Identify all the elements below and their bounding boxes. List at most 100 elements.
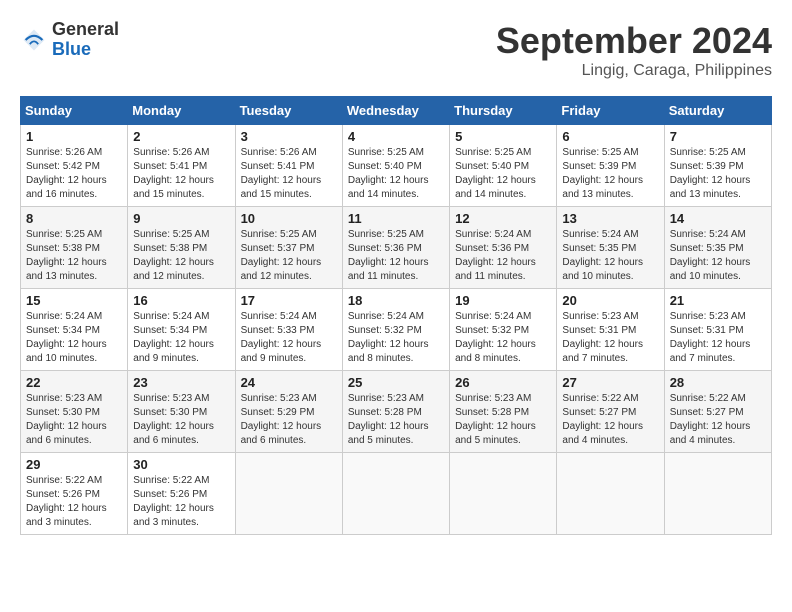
calendar-cell: 10 Sunrise: 5:25 AM Sunset: 5:37 PM Dayl…	[235, 207, 342, 289]
calendar-row: 22 Sunrise: 5:23 AM Sunset: 5:30 PM Dayl…	[21, 371, 772, 453]
calendar-table: SundayMondayTuesdayWednesdayThursdayFrid…	[20, 96, 772, 535]
day-number: 8	[26, 211, 122, 226]
day-number: 20	[562, 293, 658, 308]
day-info: Sunrise: 5:24 AM Sunset: 5:32 PM Dayligh…	[455, 310, 551, 366]
day-number: 28	[670, 375, 766, 390]
day-info: Sunrise: 5:26 AM Sunset: 5:41 PM Dayligh…	[241, 146, 337, 202]
day-number: 19	[455, 293, 551, 308]
day-number: 29	[26, 457, 122, 472]
calendar-cell: 6 Sunrise: 5:25 AM Sunset: 5:39 PM Dayli…	[557, 125, 664, 207]
day-number: 26	[455, 375, 551, 390]
day-number: 4	[348, 129, 444, 144]
day-number: 10	[241, 211, 337, 226]
day-info: Sunrise: 5:23 AM Sunset: 5:29 PM Dayligh…	[241, 392, 337, 448]
day-info: Sunrise: 5:24 AM Sunset: 5:35 PM Dayligh…	[562, 228, 658, 284]
calendar-cell: 1 Sunrise: 5:26 AM Sunset: 5:42 PM Dayli…	[21, 125, 128, 207]
day-info: Sunrise: 5:23 AM Sunset: 5:30 PM Dayligh…	[133, 392, 229, 448]
calendar-cell: 12 Sunrise: 5:24 AM Sunset: 5:36 PM Dayl…	[450, 207, 557, 289]
calendar-cell: 18 Sunrise: 5:24 AM Sunset: 5:32 PM Dayl…	[342, 289, 449, 371]
calendar-cell	[342, 453, 449, 535]
calendar-row: 1 Sunrise: 5:26 AM Sunset: 5:42 PM Dayli…	[21, 125, 772, 207]
weekday-friday: Friday	[557, 97, 664, 125]
calendar-cell: 19 Sunrise: 5:24 AM Sunset: 5:32 PM Dayl…	[450, 289, 557, 371]
weekday-wednesday: Wednesday	[342, 97, 449, 125]
calendar-cell: 5 Sunrise: 5:25 AM Sunset: 5:40 PM Dayli…	[450, 125, 557, 207]
day-number: 14	[670, 211, 766, 226]
weekday-header-row: SundayMondayTuesdayWednesdayThursdayFrid…	[21, 97, 772, 125]
day-info: Sunrise: 5:25 AM Sunset: 5:40 PM Dayligh…	[455, 146, 551, 202]
weekday-thursday: Thursday	[450, 97, 557, 125]
calendar-cell	[664, 453, 771, 535]
day-info: Sunrise: 5:24 AM Sunset: 5:32 PM Dayligh…	[348, 310, 444, 366]
day-info: Sunrise: 5:25 AM Sunset: 5:39 PM Dayligh…	[562, 146, 658, 202]
page-header: General Blue September 2024 Lingig, Cara…	[20, 20, 772, 80]
day-number: 2	[133, 129, 229, 144]
calendar-cell: 9 Sunrise: 5:25 AM Sunset: 5:38 PM Dayli…	[128, 207, 235, 289]
weekday-sunday: Sunday	[21, 97, 128, 125]
logo-icon	[20, 26, 48, 54]
calendar-cell: 14 Sunrise: 5:24 AM Sunset: 5:35 PM Dayl…	[664, 207, 771, 289]
day-number: 24	[241, 375, 337, 390]
day-number: 6	[562, 129, 658, 144]
day-info: Sunrise: 5:25 AM Sunset: 5:36 PM Dayligh…	[348, 228, 444, 284]
day-info: Sunrise: 5:24 AM Sunset: 5:33 PM Dayligh…	[241, 310, 337, 366]
day-info: Sunrise: 5:25 AM Sunset: 5:38 PM Dayligh…	[133, 228, 229, 284]
calendar-cell: 24 Sunrise: 5:23 AM Sunset: 5:29 PM Dayl…	[235, 371, 342, 453]
calendar-cell: 2 Sunrise: 5:26 AM Sunset: 5:41 PM Dayli…	[128, 125, 235, 207]
logo: General Blue	[20, 20, 119, 60]
calendar-cell: 7 Sunrise: 5:25 AM Sunset: 5:39 PM Dayli…	[664, 125, 771, 207]
calendar-row: 15 Sunrise: 5:24 AM Sunset: 5:34 PM Dayl…	[21, 289, 772, 371]
calendar-cell	[557, 453, 664, 535]
calendar-cell: 27 Sunrise: 5:22 AM Sunset: 5:27 PM Dayl…	[557, 371, 664, 453]
calendar-cell: 17 Sunrise: 5:24 AM Sunset: 5:33 PM Dayl…	[235, 289, 342, 371]
weekday-saturday: Saturday	[664, 97, 771, 125]
day-number: 15	[26, 293, 122, 308]
day-number: 3	[241, 129, 337, 144]
day-number: 23	[133, 375, 229, 390]
calendar-row: 29 Sunrise: 5:22 AM Sunset: 5:26 PM Dayl…	[21, 453, 772, 535]
day-info: Sunrise: 5:25 AM Sunset: 5:39 PM Dayligh…	[670, 146, 766, 202]
calendar-cell: 29 Sunrise: 5:22 AM Sunset: 5:26 PM Dayl…	[21, 453, 128, 535]
day-info: Sunrise: 5:25 AM Sunset: 5:40 PM Dayligh…	[348, 146, 444, 202]
day-info: Sunrise: 5:23 AM Sunset: 5:30 PM Dayligh…	[26, 392, 122, 448]
calendar-cell: 20 Sunrise: 5:23 AM Sunset: 5:31 PM Dayl…	[557, 289, 664, 371]
day-number: 30	[133, 457, 229, 472]
day-number: 11	[348, 211, 444, 226]
day-info: Sunrise: 5:24 AM Sunset: 5:34 PM Dayligh…	[133, 310, 229, 366]
day-number: 21	[670, 293, 766, 308]
calendar-cell: 11 Sunrise: 5:25 AM Sunset: 5:36 PM Dayl…	[342, 207, 449, 289]
day-info: Sunrise: 5:22 AM Sunset: 5:27 PM Dayligh…	[562, 392, 658, 448]
day-info: Sunrise: 5:24 AM Sunset: 5:34 PM Dayligh…	[26, 310, 122, 366]
calendar-cell: 13 Sunrise: 5:24 AM Sunset: 5:35 PM Dayl…	[557, 207, 664, 289]
day-number: 5	[455, 129, 551, 144]
calendar-title: September 2024	[496, 20, 772, 62]
day-number: 13	[562, 211, 658, 226]
day-info: Sunrise: 5:22 AM Sunset: 5:26 PM Dayligh…	[133, 474, 229, 530]
calendar-cell	[450, 453, 557, 535]
day-info: Sunrise: 5:22 AM Sunset: 5:26 PM Dayligh…	[26, 474, 122, 530]
weekday-tuesday: Tuesday	[235, 97, 342, 125]
day-info: Sunrise: 5:25 AM Sunset: 5:37 PM Dayligh…	[241, 228, 337, 284]
calendar-cell: 22 Sunrise: 5:23 AM Sunset: 5:30 PM Dayl…	[21, 371, 128, 453]
title-block: September 2024 Lingig, Caraga, Philippin…	[496, 20, 772, 80]
day-number: 1	[26, 129, 122, 144]
calendar-cell: 8 Sunrise: 5:25 AM Sunset: 5:38 PM Dayli…	[21, 207, 128, 289]
calendar-row: 8 Sunrise: 5:25 AM Sunset: 5:38 PM Dayli…	[21, 207, 772, 289]
day-info: Sunrise: 5:23 AM Sunset: 5:31 PM Dayligh…	[562, 310, 658, 366]
day-info: Sunrise: 5:25 AM Sunset: 5:38 PM Dayligh…	[26, 228, 122, 284]
calendar-cell: 21 Sunrise: 5:23 AM Sunset: 5:31 PM Dayl…	[664, 289, 771, 371]
weekday-monday: Monday	[128, 97, 235, 125]
calendar-cell: 30 Sunrise: 5:22 AM Sunset: 5:26 PM Dayl…	[128, 453, 235, 535]
calendar-cell: 4 Sunrise: 5:25 AM Sunset: 5:40 PM Dayli…	[342, 125, 449, 207]
day-info: Sunrise: 5:23 AM Sunset: 5:28 PM Dayligh…	[348, 392, 444, 448]
day-number: 27	[562, 375, 658, 390]
day-number: 18	[348, 293, 444, 308]
calendar-cell: 15 Sunrise: 5:24 AM Sunset: 5:34 PM Dayl…	[21, 289, 128, 371]
calendar-cell: 3 Sunrise: 5:26 AM Sunset: 5:41 PM Dayli…	[235, 125, 342, 207]
day-info: Sunrise: 5:24 AM Sunset: 5:35 PM Dayligh…	[670, 228, 766, 284]
calendar-cell: 25 Sunrise: 5:23 AM Sunset: 5:28 PM Dayl…	[342, 371, 449, 453]
day-info: Sunrise: 5:23 AM Sunset: 5:28 PM Dayligh…	[455, 392, 551, 448]
day-info: Sunrise: 5:26 AM Sunset: 5:41 PM Dayligh…	[133, 146, 229, 202]
calendar-subtitle: Lingig, Caraga, Philippines	[496, 62, 772, 80]
day-number: 12	[455, 211, 551, 226]
